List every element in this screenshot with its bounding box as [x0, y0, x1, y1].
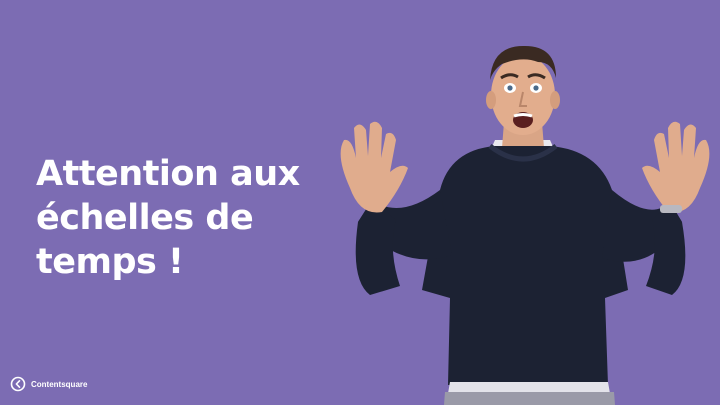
headline-line-3: temps !: [36, 242, 184, 282]
surprised-man-photo: [340, 45, 710, 405]
headline-line-2: échelles de: [36, 198, 254, 238]
slide-headline: Attention aux échelles de temps !: [36, 152, 316, 284]
contentsquare-logo-icon: [10, 376, 26, 392]
brand-name: Contentsquare: [31, 379, 88, 389]
headline-line-1: Attention aux: [36, 154, 300, 194]
brand-logo: Contentsquare: [10, 375, 87, 393]
slide: Attention aux échelles de temps ! Conten…: [0, 0, 720, 405]
